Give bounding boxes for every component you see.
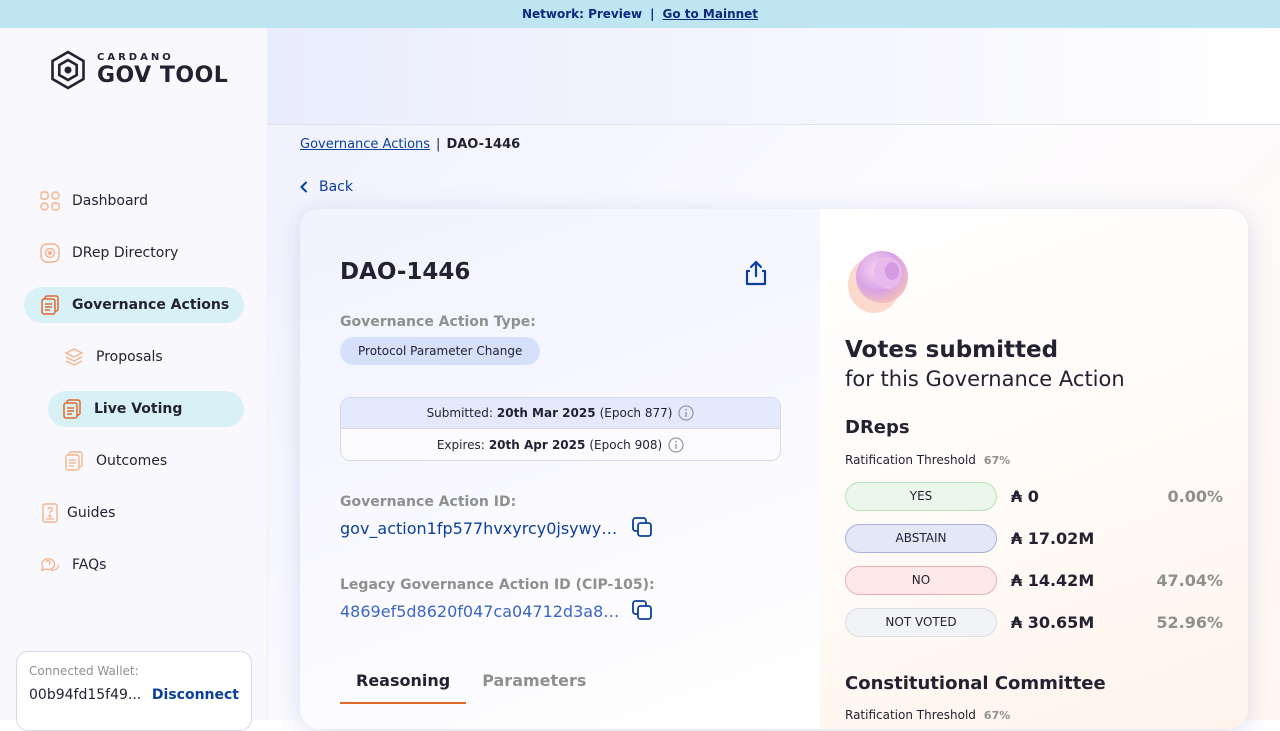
sidebar-item-guides[interactable]: Guides xyxy=(40,495,240,531)
back-button[interactable]: Back xyxy=(300,179,353,195)
dashboard-icon xyxy=(40,191,60,211)
dreps-threshold: Ratification Threshold 67% xyxy=(845,453,1010,467)
chevron-left-icon xyxy=(300,181,308,193)
cc-heading: Constitutional Committee xyxy=(845,673,1106,694)
sidebar-item-label: Proposals xyxy=(96,349,163,365)
submitted-date: 20th Mar 2025 xyxy=(496,406,596,420)
action-type-label: Governance Action Type: xyxy=(340,314,536,330)
threshold-value: 67% xyxy=(983,709,1011,722)
logo-bottom-text: GOV TOOL xyxy=(97,63,229,88)
sidebar-item-label: Governance Actions xyxy=(72,297,230,313)
sidebar-item-label: DRep Directory xyxy=(72,245,179,261)
connected-wallet-panel: Connected Wallet: 00b94fd15f49... Discon… xyxy=(16,651,252,731)
cardano-logo-icon xyxy=(51,50,85,90)
breadcrumb: Governance Actions | DAO-1446 xyxy=(300,137,520,152)
info-icon[interactable] xyxy=(668,436,684,453)
sidebar-item-label: Outcomes xyxy=(96,453,168,469)
wallet-address: 00b94fd15f49... xyxy=(29,687,142,703)
vote-row-abstain: ABSTAIN ₳ 17.02M xyxy=(845,523,1223,553)
sidebar-item-label: Dashboard xyxy=(72,193,148,209)
vote-row-yes: YES ₳ 0 0.00% xyxy=(845,481,1223,511)
votes-illustration-icon xyxy=(848,251,908,313)
sidebar-item-live-voting[interactable]: Live Voting xyxy=(48,391,244,427)
votes-pane: Votes submitted for this Governance Acti… xyxy=(820,209,1248,729)
vote-chip: YES xyxy=(845,481,997,511)
vote-percent: 52.96% xyxy=(1156,612,1223,632)
detail-tabs: Reasoning Parameters xyxy=(340,661,602,704)
votes-subtitle: for this Governance Action xyxy=(845,367,1125,391)
faqs-icon xyxy=(40,555,60,575)
vote-amount: ₳ 17.02M xyxy=(1011,528,1095,548)
action-id-label: Governance Action ID: xyxy=(340,494,517,510)
copy-icon[interactable] xyxy=(631,516,653,538)
vote-chip: NOT VOTED xyxy=(845,607,997,637)
action-details-pane: DAO-1446 Governance Action Type: Protoco… xyxy=(300,209,820,729)
disconnect-button[interactable]: Disconnect xyxy=(152,687,239,703)
vote-percent: 0.00% xyxy=(1167,486,1223,506)
vote-percent: 47.04% xyxy=(1156,570,1223,590)
tab-reasoning[interactable]: Reasoning xyxy=(340,661,467,704)
legacy-id-value: 4869ef5d8620f047ca04712d3a8f1... xyxy=(340,602,620,621)
sidebar-item-label: Live Voting xyxy=(94,401,183,417)
sidebar-item-governance-actions[interactable]: Governance Actions xyxy=(24,287,244,323)
sidebar-item-label: Guides xyxy=(67,505,116,521)
network-banner: Network: Preview | Go to Mainnet xyxy=(0,0,1280,28)
submitted-epoch: (Epoch 877) xyxy=(599,406,673,420)
go-to-mainnet-link[interactable]: Go to Mainnet xyxy=(662,7,758,21)
expires-prefix: Expires: xyxy=(436,437,485,452)
breadcrumb-separator: | xyxy=(436,137,441,152)
threshold-value: 67% xyxy=(983,454,1011,467)
vote-amount: ₳ 0 xyxy=(1011,486,1039,506)
submitted-row: Submitted: 20th Mar 2025 (Epoch 877) xyxy=(341,398,780,429)
sidebar-item-faqs[interactable]: FAQs xyxy=(40,547,240,583)
vote-amount: ₳ 14.42M xyxy=(1011,570,1095,590)
breadcrumb-governance-actions-link[interactable]: Governance Actions xyxy=(300,137,430,152)
governance-action-card: DAO-1446 Governance Action Type: Protoco… xyxy=(300,209,1248,729)
action-title: DAO-1446 xyxy=(340,259,471,285)
logo[interactable]: CARDANO GOV TOOL xyxy=(48,50,228,90)
connected-wallet-label: Connected Wallet: xyxy=(29,664,139,678)
sidebar-item-proposals[interactable]: Proposals xyxy=(64,339,244,375)
expires-row: Expires: 20th Apr 2025 (Epoch 908) xyxy=(341,429,780,460)
vote-chip: ABSTAIN xyxy=(845,523,997,553)
banner-separator: | xyxy=(650,7,655,21)
dreps-heading: DReps xyxy=(845,417,910,438)
outcomes-icon xyxy=(64,451,84,471)
sidebar: CARDANO GOV TOOL Dashboard DRep Director… xyxy=(0,28,268,731)
main-content: Governance Actions | DAO-1446 Back DAO-1… xyxy=(268,28,1280,729)
expires-epoch: (Epoch 908) xyxy=(589,437,663,452)
action-type-chip: Protocol Parameter Change xyxy=(340,337,541,365)
share-icon[interactable] xyxy=(744,260,768,286)
sidebar-item-drep-directory[interactable]: DRep Directory xyxy=(40,235,240,271)
governance-actions-icon xyxy=(40,295,60,315)
logo-top-text: CARDANO xyxy=(97,52,174,63)
proposals-icon xyxy=(64,347,84,367)
vote-row-no: NO ₳ 14.42M 47.04% xyxy=(845,565,1223,595)
dates-panel: Submitted: 20th Mar 2025 (Epoch 877) Exp… xyxy=(340,397,781,461)
action-id-value: gov_action1fp577hvxyrcy0jsywyk... xyxy=(340,519,620,538)
threshold-label: Ratification Threshold xyxy=(845,453,976,467)
vote-amount: ₳ 30.65M xyxy=(1011,612,1095,632)
network-label: Network: Preview xyxy=(521,7,643,21)
vote-chip: NO xyxy=(845,565,997,595)
legacy-id-label: Legacy Governance Action ID (CIP-105): xyxy=(340,577,655,593)
sidebar-item-dashboard[interactable]: Dashboard xyxy=(40,183,240,219)
back-label: Back xyxy=(319,179,353,195)
votes-title: Votes submitted xyxy=(845,337,1059,363)
breadcrumb-current: DAO-1446 xyxy=(446,137,521,152)
top-bar xyxy=(268,28,1280,125)
live-voting-icon xyxy=(62,399,82,419)
info-icon[interactable] xyxy=(678,405,695,421)
sidebar-item-outcomes[interactable]: Outcomes xyxy=(64,443,244,479)
copy-icon[interactable] xyxy=(631,599,653,621)
submitted-prefix: Submitted: xyxy=(426,406,493,420)
expires-date: 20th Apr 2025 xyxy=(488,437,586,452)
drep-directory-icon xyxy=(40,243,60,263)
tab-parameters[interactable]: Parameters xyxy=(466,661,602,704)
vote-row-not-voted: NOT VOTED ₳ 30.65M 52.96% xyxy=(845,607,1223,637)
sidebar-item-label: FAQs xyxy=(72,557,107,573)
guides-icon xyxy=(40,503,60,523)
